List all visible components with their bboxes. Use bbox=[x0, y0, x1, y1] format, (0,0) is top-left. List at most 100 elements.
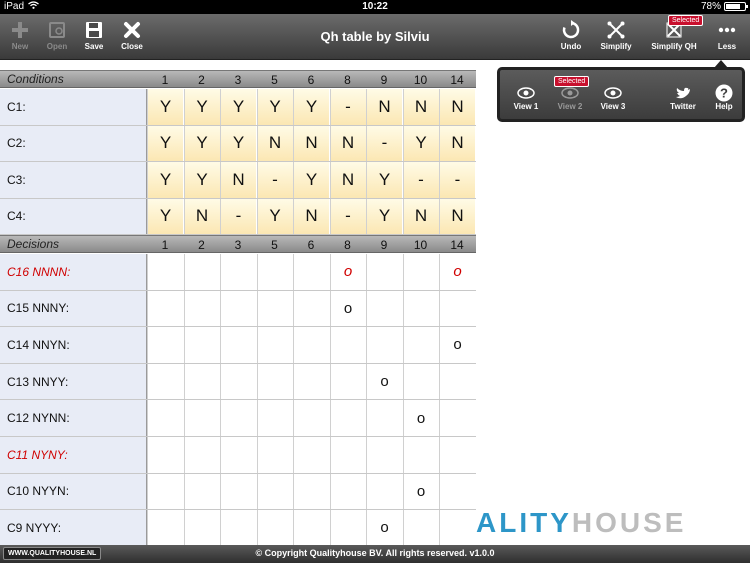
view-3-button[interactable]: View 3 bbox=[595, 84, 631, 111]
condition-cell[interactable]: Y bbox=[366, 198, 402, 234]
condition-cell[interactable]: Y bbox=[220, 125, 256, 161]
decision-cell[interactable] bbox=[293, 437, 329, 473]
decision-cell[interactable] bbox=[147, 363, 183, 400]
decision-cell[interactable] bbox=[183, 400, 220, 436]
decision-cell[interactable] bbox=[366, 400, 402, 436]
decision-cell[interactable] bbox=[366, 437, 402, 473]
decision-cell[interactable]: o bbox=[366, 363, 402, 400]
decision-cell[interactable] bbox=[293, 510, 329, 546]
decision-cell[interactable] bbox=[183, 510, 220, 546]
decision-cell[interactable] bbox=[183, 290, 220, 327]
decision-cell[interactable] bbox=[366, 290, 402, 327]
decision-cell[interactable] bbox=[220, 437, 256, 473]
decision-cell[interactable] bbox=[439, 363, 475, 400]
condition-cell[interactable]: Y bbox=[220, 89, 256, 125]
decision-cell[interactable] bbox=[329, 437, 366, 473]
decision-cell[interactable] bbox=[402, 254, 439, 290]
condition-cell[interactable]: - bbox=[402, 162, 439, 198]
decision-cell[interactable] bbox=[183, 363, 220, 400]
view-1-button[interactable]: View 1 bbox=[508, 84, 544, 111]
decision-cell[interactable] bbox=[402, 327, 439, 363]
decision-cell[interactable] bbox=[293, 400, 329, 436]
decision-cell[interactable] bbox=[256, 400, 293, 436]
condition-cell[interactable]: N bbox=[366, 89, 402, 125]
decision-cell[interactable] bbox=[147, 290, 183, 327]
decision-cell[interactable] bbox=[147, 437, 183, 473]
decision-cell[interactable] bbox=[256, 290, 293, 327]
condition-cell[interactable]: Y bbox=[402, 125, 439, 161]
decision-cell[interactable]: o bbox=[329, 290, 366, 327]
view-2-button[interactable]: View 2 bbox=[552, 84, 588, 111]
simplify-button[interactable]: Simplify bbox=[596, 18, 636, 51]
decision-cell[interactable] bbox=[256, 363, 293, 400]
decision-cell[interactable] bbox=[147, 254, 183, 290]
decision-cell[interactable] bbox=[256, 327, 293, 363]
condition-cell[interactable]: N bbox=[439, 125, 475, 161]
decision-cell[interactable] bbox=[439, 437, 475, 473]
condition-cell[interactable]: Y bbox=[183, 89, 220, 125]
decision-cell[interactable] bbox=[439, 473, 475, 510]
condition-cell[interactable]: Y bbox=[147, 198, 183, 234]
condition-cell[interactable]: N bbox=[183, 198, 220, 234]
decision-cell[interactable] bbox=[329, 327, 366, 363]
decision-cell[interactable] bbox=[183, 254, 220, 290]
condition-cell[interactable]: - bbox=[329, 89, 366, 125]
condition-cell[interactable]: N bbox=[293, 125, 329, 161]
decision-cell[interactable] bbox=[293, 327, 329, 363]
decision-cell[interactable] bbox=[439, 510, 475, 546]
condition-cell[interactable]: Y bbox=[183, 162, 220, 198]
decision-cell[interactable] bbox=[293, 473, 329, 510]
decision-cell[interactable]: o bbox=[439, 327, 475, 363]
decision-cell[interactable] bbox=[329, 510, 366, 546]
condition-cell[interactable]: N bbox=[329, 125, 366, 161]
twitter-button[interactable]: Twitter bbox=[663, 84, 703, 111]
decision-cell[interactable] bbox=[402, 437, 439, 473]
undo-button[interactable]: Undo bbox=[551, 18, 591, 51]
condition-cell[interactable]: N bbox=[256, 125, 293, 161]
decision-cell[interactable]: o bbox=[366, 510, 402, 546]
decision-cell[interactable] bbox=[147, 327, 183, 363]
condition-cell[interactable]: - bbox=[256, 162, 293, 198]
decision-cell[interactable] bbox=[439, 290, 475, 327]
condition-cell[interactable]: N bbox=[439, 89, 475, 125]
decision-cell[interactable] bbox=[220, 510, 256, 546]
decision-cell[interactable] bbox=[366, 327, 402, 363]
decision-cell[interactable] bbox=[220, 290, 256, 327]
decision-cell[interactable] bbox=[256, 254, 293, 290]
decision-cell[interactable]: o bbox=[439, 254, 475, 290]
decision-cell[interactable] bbox=[402, 363, 439, 400]
decision-cell[interactable] bbox=[147, 400, 183, 436]
condition-cell[interactable]: - bbox=[439, 162, 475, 198]
decision-cell[interactable] bbox=[402, 290, 439, 327]
condition-cell[interactable]: Y bbox=[256, 198, 293, 234]
decision-cell[interactable] bbox=[183, 437, 220, 473]
close-button[interactable]: Close bbox=[112, 18, 152, 51]
condition-cell[interactable]: Y bbox=[293, 162, 329, 198]
decision-cell[interactable] bbox=[293, 363, 329, 400]
decision-cell[interactable] bbox=[329, 473, 366, 510]
condition-cell[interactable]: Y bbox=[147, 162, 183, 198]
decision-cell[interactable] bbox=[439, 400, 475, 436]
decision-cell[interactable] bbox=[366, 473, 402, 510]
decision-cell[interactable] bbox=[183, 473, 220, 510]
condition-cell[interactable]: N bbox=[293, 198, 329, 234]
decision-cell[interactable] bbox=[402, 510, 439, 546]
condition-cell[interactable]: - bbox=[329, 198, 366, 234]
decision-cell[interactable]: o bbox=[402, 473, 439, 510]
less-button[interactable]: Less bbox=[707, 18, 747, 51]
decision-cell[interactable] bbox=[329, 400, 366, 436]
decision-cell[interactable] bbox=[256, 510, 293, 546]
decision-cell[interactable] bbox=[293, 290, 329, 327]
decision-cell[interactable] bbox=[329, 363, 366, 400]
decision-cell[interactable] bbox=[293, 254, 329, 290]
condition-cell[interactable]: N bbox=[439, 198, 475, 234]
condition-cell[interactable]: Y bbox=[293, 89, 329, 125]
decision-cell[interactable] bbox=[220, 473, 256, 510]
condition-cell[interactable]: N bbox=[329, 162, 366, 198]
condition-cell[interactable]: - bbox=[366, 125, 402, 161]
condition-cell[interactable]: Y bbox=[147, 125, 183, 161]
condition-cell[interactable]: N bbox=[402, 89, 439, 125]
decision-cell[interactable] bbox=[183, 327, 220, 363]
condition-cell[interactable]: Y bbox=[256, 89, 293, 125]
help-button[interactable]: ? Help bbox=[706, 84, 742, 111]
